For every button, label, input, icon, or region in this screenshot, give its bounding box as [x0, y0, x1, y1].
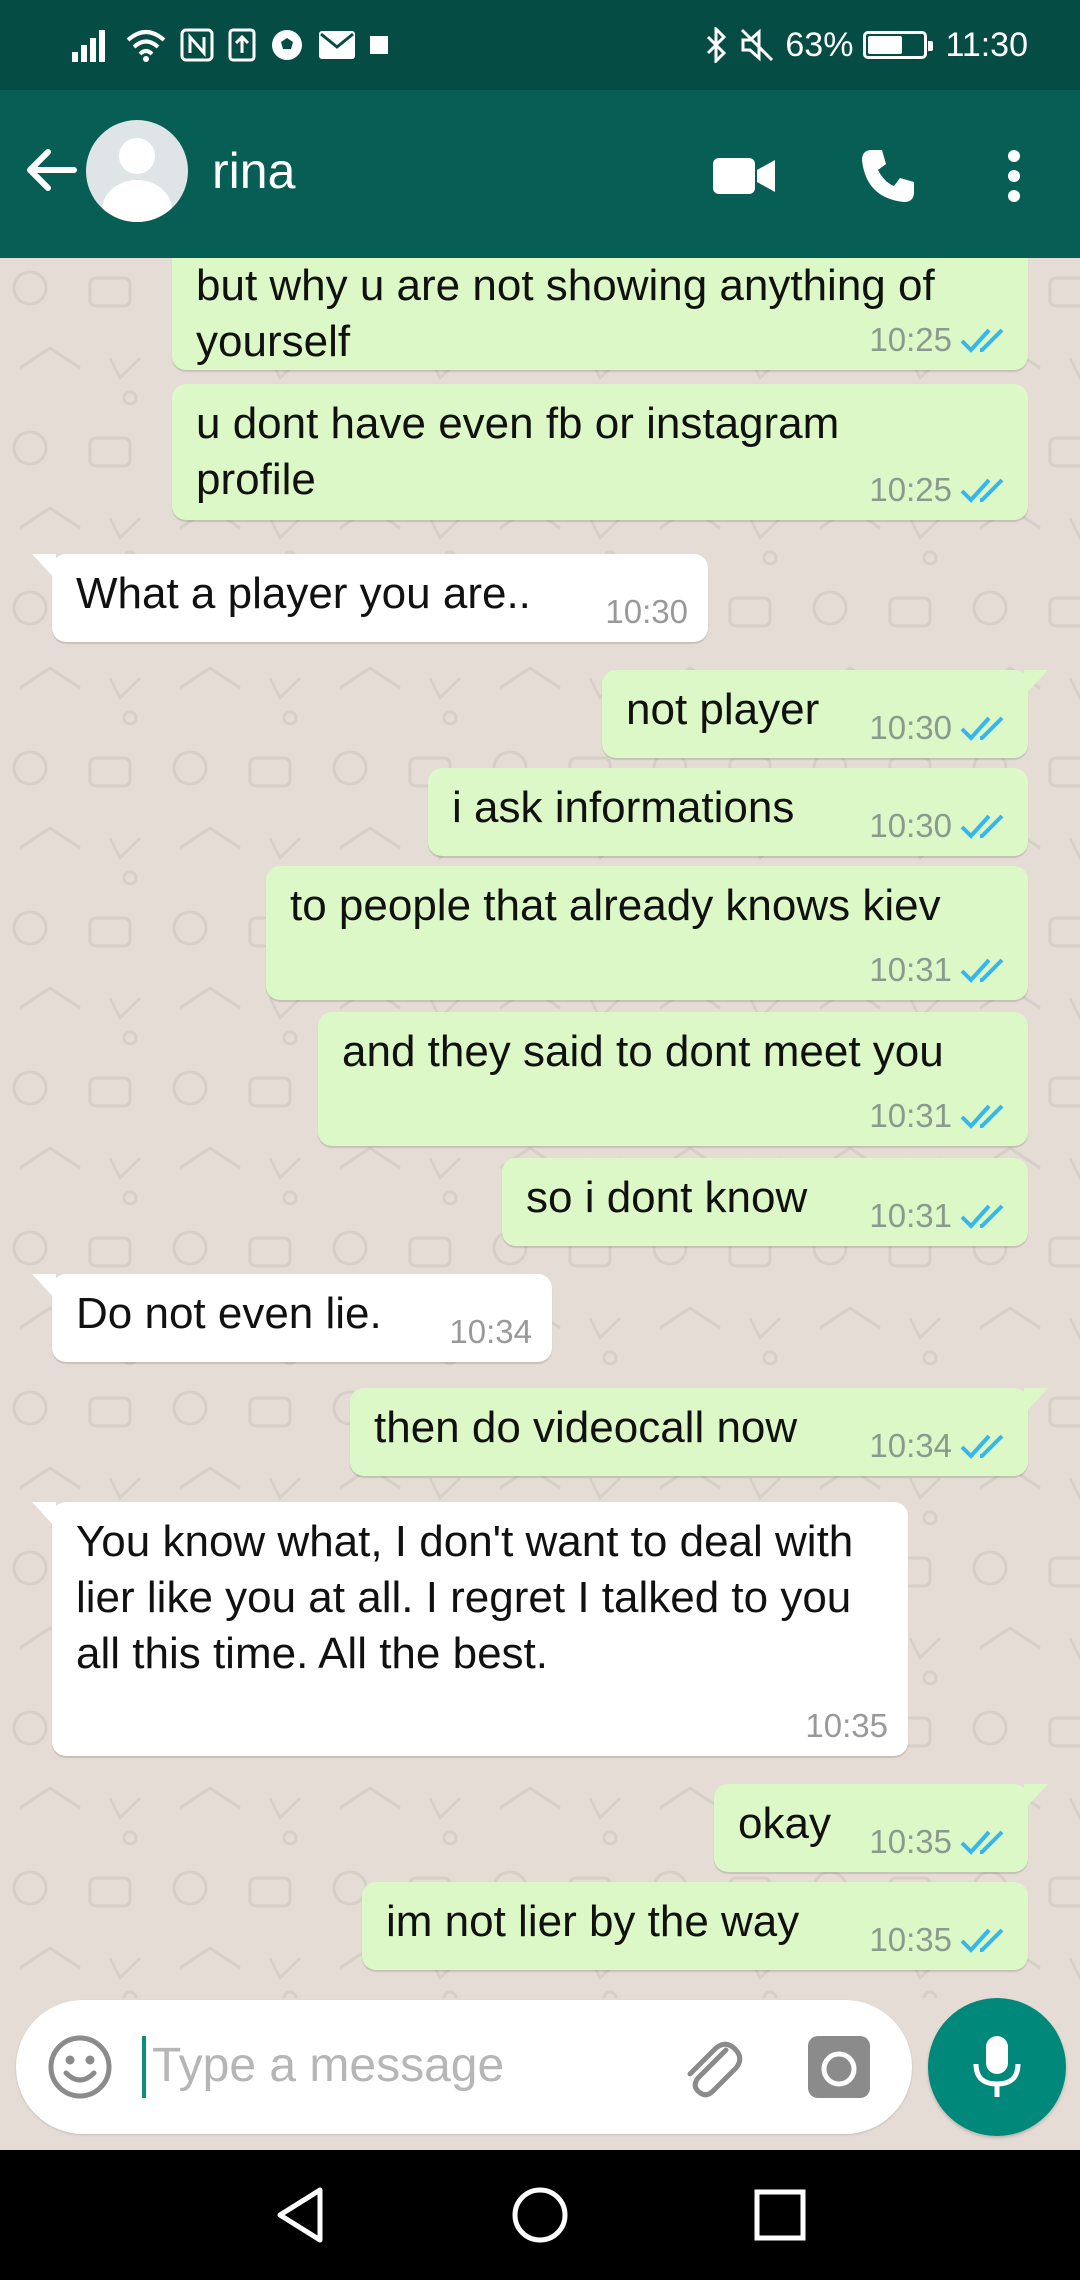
double-check-read-icon	[960, 1434, 1004, 1459]
battery-percent: 63%	[785, 25, 854, 64]
wifi-icon	[126, 30, 166, 62]
microphone-icon	[973, 2036, 1021, 2097]
contact-name[interactable]: rina	[212, 142, 295, 200]
message-outgoing[interactable]: then do videocall now 10:34	[350, 1388, 1048, 1476]
status-icons-right: 63% 11:30	[705, 22, 1028, 68]
message-time: 10:35	[869, 1823, 952, 1860]
message-time: 10:31	[869, 951, 952, 988]
message-time: 10:25	[869, 321, 952, 358]
chat-area[interactable]: but why u are not showing anything of yo…	[0, 258, 1080, 1998]
status-icons-left	[72, 22, 388, 68]
message-incoming[interactable]: What a player you are.. 10:30	[32, 554, 708, 642]
message-outgoing[interactable]: not player 10:30	[602, 670, 1048, 758]
clock: 11:30	[945, 25, 1028, 64]
video-call-icon[interactable]	[704, 136, 784, 216]
message-input[interactable]: Type a message	[152, 2038, 504, 2093]
phone-icon[interactable]	[848, 136, 928, 216]
message-outgoing[interactable]: okay 10:35	[714, 1784, 1048, 1872]
message-time: 10:31	[869, 1197, 952, 1234]
double-check-read-icon	[960, 478, 1004, 503]
nav-back-icon[interactable]	[266, 2180, 336, 2250]
message-incoming[interactable]: Do not even lie. 10:34	[32, 1274, 552, 1362]
message-time: 10:34	[869, 1427, 952, 1464]
message-outgoing[interactable]: but why u are not showing anything of yo…	[172, 258, 1028, 370]
message-outgoing[interactable]: and they said to dont meet you 10:31	[318, 1012, 1028, 1146]
microphone-button[interactable]	[928, 1998, 1066, 2136]
message-outgoing[interactable]: im not lier by the way 10:35	[362, 1882, 1028, 1970]
camera-icon[interactable]	[806, 2034, 872, 2100]
battery-fill	[868, 36, 903, 54]
double-check-read-icon	[960, 716, 1004, 741]
message-time: 10:31	[869, 1097, 952, 1134]
avatar[interactable]	[86, 120, 188, 222]
double-check-read-icon	[960, 1204, 1004, 1229]
message-time: 10:30	[605, 593, 688, 630]
message-text: and they said to dont meet you	[342, 1027, 944, 1076]
message-time: 10:25	[869, 471, 952, 508]
avatar-head-shape	[119, 138, 155, 174]
soccer-ball-icon	[272, 30, 302, 60]
double-check-read-icon	[960, 328, 1004, 353]
message-incoming[interactable]: You know what, I don't want to deal with…	[32, 1502, 908, 1756]
upload-icon	[228, 28, 256, 62]
double-check-read-icon	[960, 1830, 1004, 1855]
signal-icon	[72, 28, 112, 62]
avatar-body-shape	[102, 180, 172, 222]
message-outgoing[interactable]: to people that already knows kiev 10:31	[266, 866, 1028, 1000]
mute-icon	[741, 28, 774, 62]
bluetooth-icon	[707, 27, 727, 63]
square-notification-icon	[370, 36, 388, 54]
status-bar: 63% 11:30	[0, 0, 1080, 90]
message-text: What a player you are..	[76, 569, 531, 618]
more-vert-icon[interactable]	[974, 136, 1054, 216]
text-cursor	[142, 2036, 146, 2098]
attach-paperclip-icon[interactable]	[676, 2030, 750, 2104]
double-check-read-icon	[960, 1104, 1004, 1129]
message-outgoing[interactable]: so i dont know 10:31	[502, 1158, 1028, 1246]
double-check-read-icon	[960, 814, 1004, 839]
message-time: 10:30	[869, 807, 952, 844]
mail-icon	[319, 31, 355, 59]
message-text: You know what, I don't want to deal with…	[76, 1517, 854, 1678]
double-check-read-icon	[960, 1928, 1004, 1953]
message-time: 10:34	[449, 1313, 532, 1350]
message-time: 10:35	[805, 1707, 888, 1744]
nav-recents-icon[interactable]	[745, 2180, 815, 2250]
nav-home-icon[interactable]	[505, 2180, 575, 2250]
nfc-icon	[180, 28, 214, 62]
system-navigation-bar	[0, 2150, 1080, 2280]
chat-header: rina	[0, 90, 1080, 258]
message-outgoing[interactable]: u dont have even fb or instagram profile…	[172, 384, 1028, 520]
message-text: to people that already knows kiev	[290, 881, 941, 930]
back-arrow-icon[interactable]	[20, 140, 80, 200]
battery-icon	[863, 31, 934, 59]
message-input-bar: Type a message	[16, 2000, 912, 2134]
message-time: 10:35	[869, 1921, 952, 1958]
message-time: 10:30	[869, 709, 952, 746]
emoji-icon[interactable]	[46, 2033, 114, 2101]
message-outgoing[interactable]: i ask informations 10:30	[428, 768, 1028, 856]
double-check-read-icon	[960, 958, 1004, 983]
